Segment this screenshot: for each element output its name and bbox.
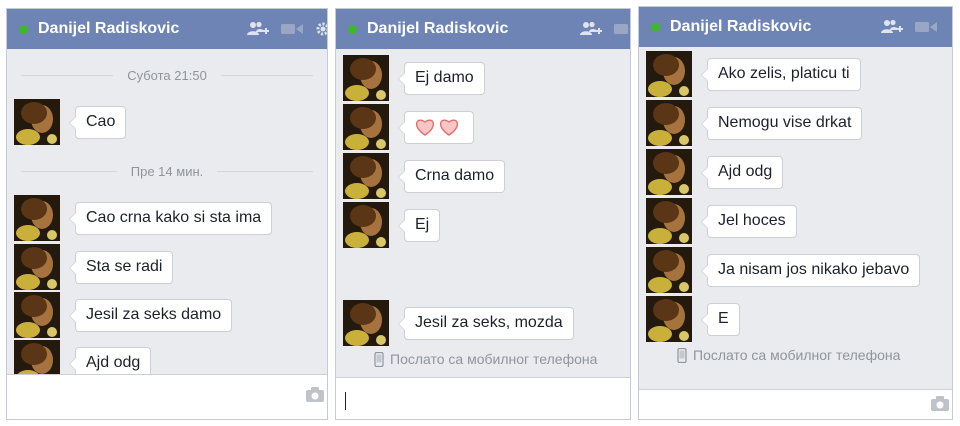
camera-icon[interactable] xyxy=(930,396,950,412)
message-bubble[interactable]: E xyxy=(701,302,740,336)
avatar[interactable] xyxy=(343,153,389,199)
message-bubble[interactable]: Jesil za seks damo xyxy=(68,298,233,332)
online-status-icon xyxy=(19,24,28,34)
message-row: Ajd odg xyxy=(646,149,784,195)
message-row: E xyxy=(646,296,740,342)
mobile-phone-icon xyxy=(677,347,687,363)
heart-icon xyxy=(416,119,434,136)
time-divider-label: Пре 14 мин. xyxy=(130,163,204,179)
message-composer xyxy=(7,374,327,419)
message-list[interactable]: Ako zelis, platicu ti Nemogu vise drkat … xyxy=(639,47,952,389)
sent-from-mobile-note: Послато са мобилног телефона xyxy=(374,351,597,367)
message-row: Jesil za seks damo xyxy=(14,292,233,338)
message-composer xyxy=(639,389,952,419)
heart-icon xyxy=(440,119,458,136)
video-call-icon[interactable] xyxy=(915,20,937,34)
message-bubble[interactable]: Ej damo xyxy=(398,61,485,95)
message-row: Cao xyxy=(14,99,127,145)
message-composer xyxy=(336,377,630,419)
avatar[interactable] xyxy=(646,149,692,195)
sent-from-mobile-note: Послато са мобилног телефона xyxy=(677,347,900,363)
time-divider: Пре 14 мин. xyxy=(7,163,327,179)
online-status-icon xyxy=(348,24,357,34)
date-divider: Субота 21:50 xyxy=(7,67,327,83)
message-bubble[interactable]: Ej xyxy=(397,208,441,242)
avatar[interactable] xyxy=(14,99,60,145)
message-input[interactable] xyxy=(344,384,590,413)
message-row: Cao crna kako si sta ima xyxy=(14,195,273,241)
message-input[interactable] xyxy=(647,396,912,413)
message-row: Ja nisam jos nikako jebavo xyxy=(646,247,921,293)
chat-title[interactable]: Danijel Radiskovic xyxy=(670,18,811,36)
mobile-phone-icon xyxy=(374,351,384,367)
add-friend-icon[interactable] xyxy=(881,19,903,35)
avatar[interactable] xyxy=(343,55,389,101)
message-row: Ej xyxy=(343,202,441,248)
chat-header[interactable]: Danijel Radiskovic xyxy=(336,9,630,49)
message-bubble[interactable]: Ako zelis, platicu ti xyxy=(701,57,861,91)
header-actions xyxy=(580,9,631,49)
message-row: Nemogu vise drkat xyxy=(646,100,863,146)
avatar[interactable] xyxy=(646,296,692,342)
avatar[interactable] xyxy=(343,104,389,150)
message-bubble[interactable]: Jel hoces xyxy=(701,204,797,238)
add-friend-icon[interactable] xyxy=(580,21,602,37)
sent-from-mobile-label: Послато са мобилног телефона xyxy=(390,351,598,367)
message-bubble[interactable]: Nemogu vise drkat xyxy=(700,106,863,140)
camera-icon[interactable] xyxy=(305,387,325,403)
gear-icon[interactable] xyxy=(315,21,328,37)
online-status-icon xyxy=(651,22,660,32)
avatar[interactable] xyxy=(14,195,60,241)
chat-title[interactable]: Danijel Radiskovic xyxy=(38,20,179,38)
message-list[interactable]: Субота 21:50 Cao Пре 14 мин. Cao crna ka… xyxy=(7,49,327,386)
add-friend-icon[interactable] xyxy=(247,21,269,37)
message-bubble[interactable]: Ajd odg xyxy=(700,155,784,189)
message-row: Crna damo xyxy=(343,153,506,199)
message-bubble[interactable]: Sta se radi xyxy=(68,250,174,284)
avatar[interactable] xyxy=(343,202,389,248)
avatar[interactable] xyxy=(646,198,692,244)
message-row: Jel hoces xyxy=(646,198,797,244)
sent-from-mobile-label: Послато са мобилног телефона xyxy=(693,347,901,363)
message-bubble[interactable]: Cao xyxy=(68,105,127,139)
avatar[interactable] xyxy=(14,292,60,338)
header-actions xyxy=(247,9,328,49)
text-cursor xyxy=(345,392,346,410)
message-row: Jesil za seks, mozda xyxy=(343,300,574,346)
message-row: Ako zelis, platicu ti xyxy=(646,51,861,97)
header-actions xyxy=(881,7,949,47)
message-list[interactable]: Ej damo Crna damo Ej Jesil za seks, mozd… xyxy=(336,49,630,377)
chat-window-2: Danijel Radiskovic Ej damo Crna damo Ej … xyxy=(335,8,631,420)
chat-header[interactable]: Danijel Radiskovic xyxy=(639,7,952,47)
video-call-icon[interactable] xyxy=(614,22,631,36)
chat-header[interactable]: Danijel Radiskovic xyxy=(7,9,327,49)
message-bubble[interactable]: Cao crna kako si sta ima xyxy=(68,201,273,235)
avatar[interactable] xyxy=(646,100,692,146)
date-divider-label: Субота 21:50 xyxy=(127,67,207,83)
hearts-message-bubble[interactable] xyxy=(398,110,474,144)
message-row: Sta se radi xyxy=(14,244,174,290)
message-input[interactable] xyxy=(15,381,287,413)
video-call-icon[interactable] xyxy=(281,22,303,36)
chat-window-3: Danijel Radiskovic Ako zelis, platicu ti xyxy=(638,6,953,420)
message-bubble[interactable]: Jesil za seks, mozda xyxy=(398,306,574,340)
message-row xyxy=(343,104,474,150)
avatar[interactable] xyxy=(646,51,692,97)
avatar[interactable] xyxy=(14,244,60,290)
avatar[interactable] xyxy=(343,300,389,346)
message-row: Ej damo xyxy=(343,55,485,101)
message-bubble[interactable]: Crna damo xyxy=(397,159,506,193)
message-bubble[interactable]: Ja nisam jos nikako jebavo xyxy=(700,253,921,287)
screenshot-collage: Danijel Radiskovic Субота 21:50 Cao Пре … xyxy=(0,0,960,426)
chat-window-1: Danijel Radiskovic Субота 21:50 Cao Пре … xyxy=(6,8,328,420)
chat-title[interactable]: Danijel Radiskovic xyxy=(367,20,508,38)
avatar[interactable] xyxy=(646,247,692,293)
